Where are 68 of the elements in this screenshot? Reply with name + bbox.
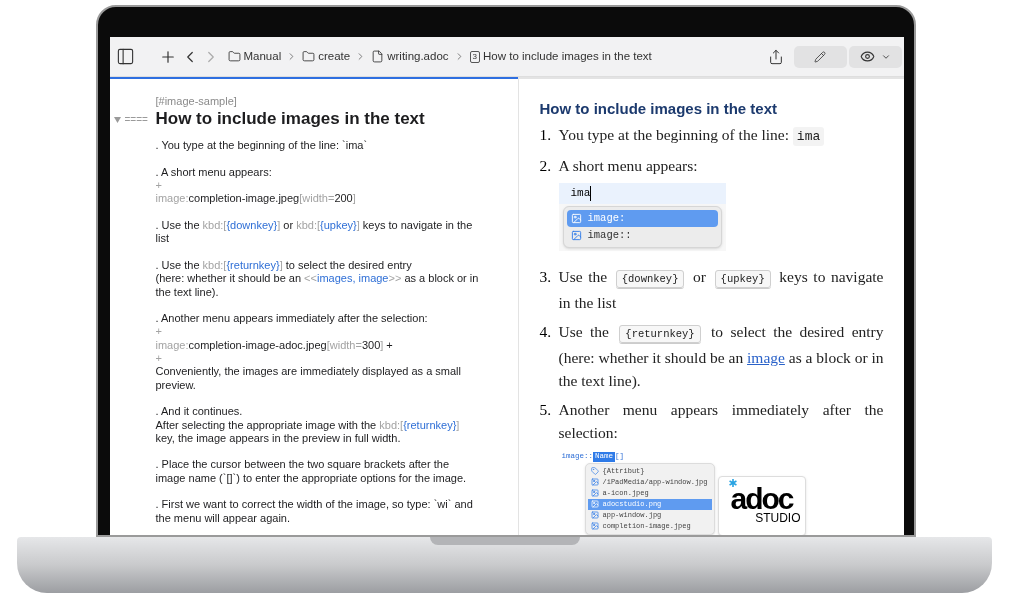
code-line: + (155, 179, 162, 193)
image-icon (590, 489, 599, 497)
code-line: After selecting the appropriate image with the kbd:[{returnkey}] (155, 418, 460, 432)
asterisk-icon (728, 478, 737, 487)
code-line: . Use the kbd:[{downkey}] or kbd:[{upkey}] keys to navigate in the (155, 219, 473, 233)
tag-icon (590, 467, 599, 475)
image-icon (590, 522, 599, 530)
menu-option[interactable]: image:: (566, 227, 718, 244)
code-line: image:completion-image.jpeg[width=200] (155, 192, 356, 206)
code-line: + (155, 352, 162, 366)
code-line: + (155, 325, 162, 339)
image-icon (570, 213, 582, 224)
code-line: list (155, 232, 169, 246)
keyboard-key: {returnkey} (619, 325, 701, 343)
code-line: key, the image appears in the preview in full width. (155, 431, 401, 446)
code-line: . You type at the beginning of the line: `ima` (155, 139, 368, 153)
code-line: . A short menu appears: (155, 165, 272, 180)
file-icon (371, 50, 385, 63)
breadcrumb-item[interactable]: Manual (243, 47, 282, 66)
breadcrumb-item[interactable]: How to include images in the text (483, 47, 652, 66)
code-line: image:completion-image-adoc.jpeg[width=300] + (155, 338, 393, 353)
inline-code: ima (792, 127, 825, 146)
code-line: . And it continues. (155, 405, 243, 419)
anchor-line: [#image-sample] (155, 95, 237, 107)
section-number: 3 (469, 50, 480, 63)
keyboard-key: {downkey} (615, 270, 685, 288)
editor-heading: How to include images in the text (155, 109, 425, 130)
image-icon (570, 230, 582, 241)
list-item-text: You type at the beginning of the line: ima (558, 123, 884, 148)
preview-heading: How to include images in the text (539, 99, 778, 119)
list-number: 5. (539, 400, 553, 420)
image-icon (590, 500, 599, 508)
list-number: 1. (539, 125, 553, 145)
share-icon[interactable] (767, 48, 784, 65)
image-icon (590, 511, 599, 519)
logo-subtitle: STUDIO (755, 510, 801, 525)
keyboard-key: {upkey} (714, 270, 771, 288)
text-cursor (590, 186, 592, 201)
folder-icon (302, 50, 316, 63)
list-item-text: Use the {returnkey} to select the desired entry (here: whether it should be an image as a block or in the text line). (558, 322, 884, 391)
code-line: (here: whether it should be an <<images, image>> as a block or in (155, 272, 479, 286)
code-line: . Use the kbd:[{returnkey}] to select the desired entry (155, 258, 412, 273)
pencil-icon (814, 50, 826, 63)
code-line: image name (`[]`) to enter the appropriate options for the image. (155, 471, 467, 485)
folder-icon (227, 50, 241, 63)
list-number: 2. (539, 156, 553, 176)
image-icon (590, 478, 599, 486)
logo-word: adoc (730, 486, 793, 511)
breadcrumb-item[interactable]: create (318, 47, 351, 66)
list-item-text: A short menu appears: (558, 156, 699, 176)
code-line: the menu will appear again. (155, 511, 291, 525)
code-line: preview. (155, 378, 196, 392)
disclosure-triangle-icon[interactable] (113, 115, 121, 123)
code-line: . Place the cursor between the two square brackets after the (155, 458, 449, 472)
code-line: . Another menu appears immediately after the selection: (155, 312, 428, 326)
list-number: 3. (539, 267, 553, 287)
image-link[interactable]: image (747, 349, 785, 366)
heading-marker: ==== (124, 112, 148, 126)
typed-text: ima (570, 188, 591, 199)
preview-button[interactable] (848, 45, 902, 68)
list-number: 4. (539, 322, 553, 342)
list-item-text: Another menu appears immediately after the selection: (558, 400, 884, 443)
breadcrumb-item[interactable]: writing.adoc (387, 47, 449, 66)
code-line: the text line). (155, 285, 219, 299)
code-line: Conveniently, the images are immediately displayed as a small (155, 365, 461, 379)
sidebar-toggle-icon[interactable] (115, 47, 135, 66)
eye-icon (859, 49, 875, 64)
code-line: . First we want to correct the width of the image, so type: `wi` and (155, 498, 473, 512)
